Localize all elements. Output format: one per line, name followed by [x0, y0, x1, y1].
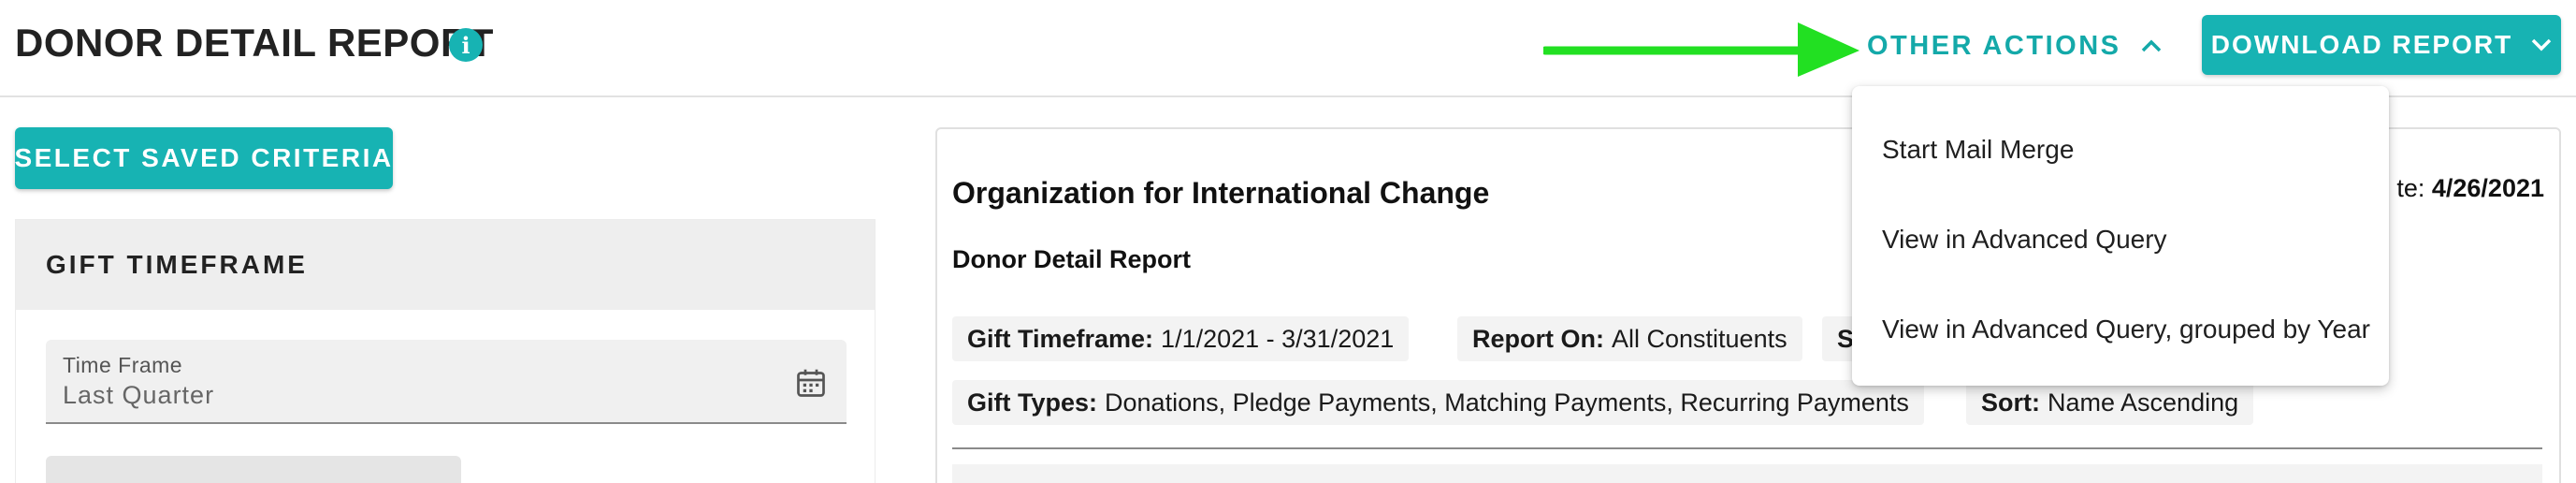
download-report-label: DOWNLOAD REPORT	[2210, 30, 2513, 59]
other-actions-button[interactable]: OTHER ACTIONS	[1867, 26, 2162, 66]
download-report-button[interactable]: DOWNLOAD REPORT	[2202, 15, 2561, 75]
annotation-arrow-icon	[1543, 22, 1860, 77]
time-frame-value: Last Quarter	[63, 381, 215, 409]
report-date-label: te:	[2396, 174, 2425, 202]
chip-value: 1/1/2021 - 3/31/2021	[1161, 324, 1395, 353]
organization-name: Organization for International Change	[952, 176, 1490, 210]
calendar-icon[interactable]	[794, 366, 828, 400]
report-date-value: 4/26/2021	[2431, 174, 2544, 202]
report-date: te: 4/26/2021	[2396, 174, 2544, 203]
menu-item-view-advanced-query[interactable]: View in Advanced Query	[1852, 195, 2389, 285]
criteria-chip-gift-timeframe: Gift Timeframe: 1/1/2021 - 3/31/2021	[952, 316, 1410, 361]
gift-timeframe-panel: GIFT TIMEFRAME Time Frame Last Quarter	[15, 219, 876, 483]
gift-timeframe-heading[interactable]: GIFT TIMEFRAME	[16, 220, 875, 310]
time-frame-label: Time Frame	[63, 353, 183, 377]
chip-value: Donations, Pledge Payments, Matching Pay…	[1105, 388, 1909, 417]
page-title: DONOR DETAIL REPORT	[15, 21, 494, 65]
report-subtitle: Donor Detail Report	[952, 245, 1192, 273]
chip-value: All Constituents	[1612, 324, 1787, 353]
chip-key: Gift Timeframe:	[967, 324, 1154, 353]
chip-key: Gift Types:	[967, 388, 1098, 417]
chip-key: Report On:	[1472, 324, 1604, 353]
chevron-down-icon	[2531, 38, 2552, 51]
chevron-up-icon	[2142, 39, 2162, 52]
menu-item-start-mail-merge[interactable]: Start Mail Merge	[1852, 105, 2389, 195]
other-actions-menu: Start Mail Merge View in Advanced Query …	[1852, 86, 2389, 386]
select-saved-criteria-button[interactable]: SELECT SAVED CRITERIA	[14, 127, 393, 189]
chip-key: Sort:	[1981, 388, 2040, 417]
criteria-chip-sort: Sort: Name Ascending	[1966, 380, 2254, 425]
report-divider	[952, 447, 2542, 449]
criteria-chip-gift-types: Gift Types: Donations, Pledge Payments, …	[952, 380, 1924, 425]
report-table-header-row	[952, 464, 2542, 483]
menu-item-view-advanced-query-by-year[interactable]: View in Advanced Query, grouped by Year	[1852, 285, 2389, 374]
time-frame-field[interactable]: Time Frame Last Quarter	[46, 340, 847, 424]
info-icon[interactable]: i	[449, 28, 483, 62]
other-actions-label: OTHER ACTIONS	[1867, 30, 2121, 61]
criteria-chip-report-on: Report On: All Constituents	[1457, 316, 1802, 361]
secondary-field[interactable]	[46, 456, 461, 483]
chip-value: Name Ascending	[2048, 388, 2239, 417]
